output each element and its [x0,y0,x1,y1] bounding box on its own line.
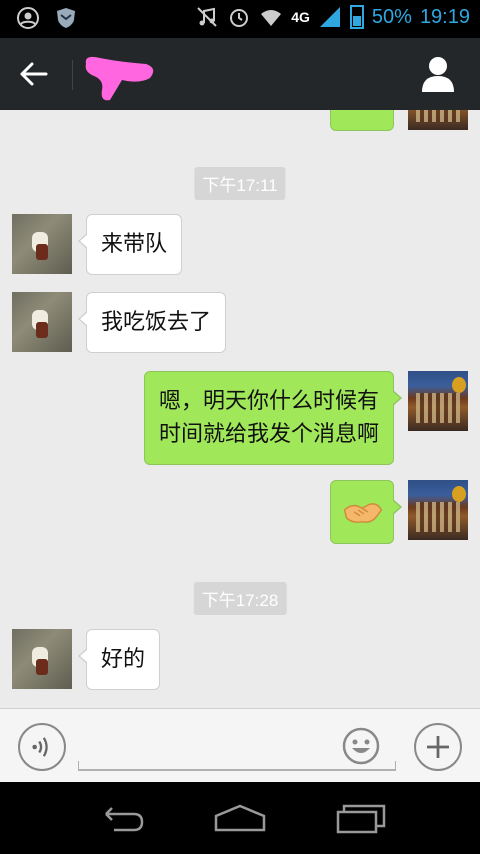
message-text-line: 时间就给我发个消息啊 [158,422,379,447]
music-mute-icon [197,7,217,27]
message-text: 来带队 [101,232,168,257]
input-bar [0,708,480,782]
message-text: 好的 [101,647,146,672]
home-nav-icon[interactable] [210,800,270,836]
timestamp: 下午17:28 [193,582,287,615]
timestamp: 下午17:11 [194,167,286,200]
person-icon[interactable] [418,54,458,94]
message-bubble[interactable]: 我吃饭去了 [77,292,227,353]
voice-icon[interactable] [18,723,66,771]
alarm-icon [230,9,249,27]
back-nav-icon[interactable] [90,800,150,836]
signal-icon [319,7,340,27]
wifi-icon [261,10,282,26]
clock: 19:19 [419,5,470,28]
partial-message-bubble[interactable] [330,110,394,131]
system-nav-bar [0,782,480,854]
friend-avatar[interactable] [12,629,72,689]
my-avatar[interactable] [408,110,468,130]
arrow-left-icon[interactable] [14,56,54,92]
network-type: 4G [291,9,310,25]
friend-avatar[interactable] [12,214,72,274]
plus-icon[interactable] [414,723,462,771]
chat-header [0,38,480,110]
battery-icon [349,5,364,29]
my-avatar[interactable] [408,480,468,540]
message-bubble[interactable] [330,480,402,544]
shield-icon [57,8,75,28]
message-text-line: 嗯，明天你什么时候有 [158,389,379,414]
message-text: 我吃饭去了 [101,310,212,335]
message-bubble[interactable]: 嗯，明天你什么时候有 时间就给我发个消息啊 [143,371,403,465]
smiley-icon[interactable] [342,727,380,765]
header-divider [72,60,73,90]
battery-percent: 50% [371,5,412,28]
status-bar: 4G 50% 19:19 [0,0,480,38]
redacted-contact-name [85,56,154,101]
friend-avatar[interactable] [12,292,72,352]
my-avatar[interactable] [408,371,468,431]
recents-nav-icon[interactable] [330,800,390,836]
handshake-emoji [343,503,383,523]
message-bubble[interactable]: 来带队 [77,214,183,275]
message-bubble[interactable]: 好的 [77,629,161,690]
account-circle-icon [17,7,39,29]
chat-area[interactable]: 下午17:11 来带队 我吃饭去了 嗯，明天你什么时候有 时间就给我发个消息啊 … [0,110,480,708]
